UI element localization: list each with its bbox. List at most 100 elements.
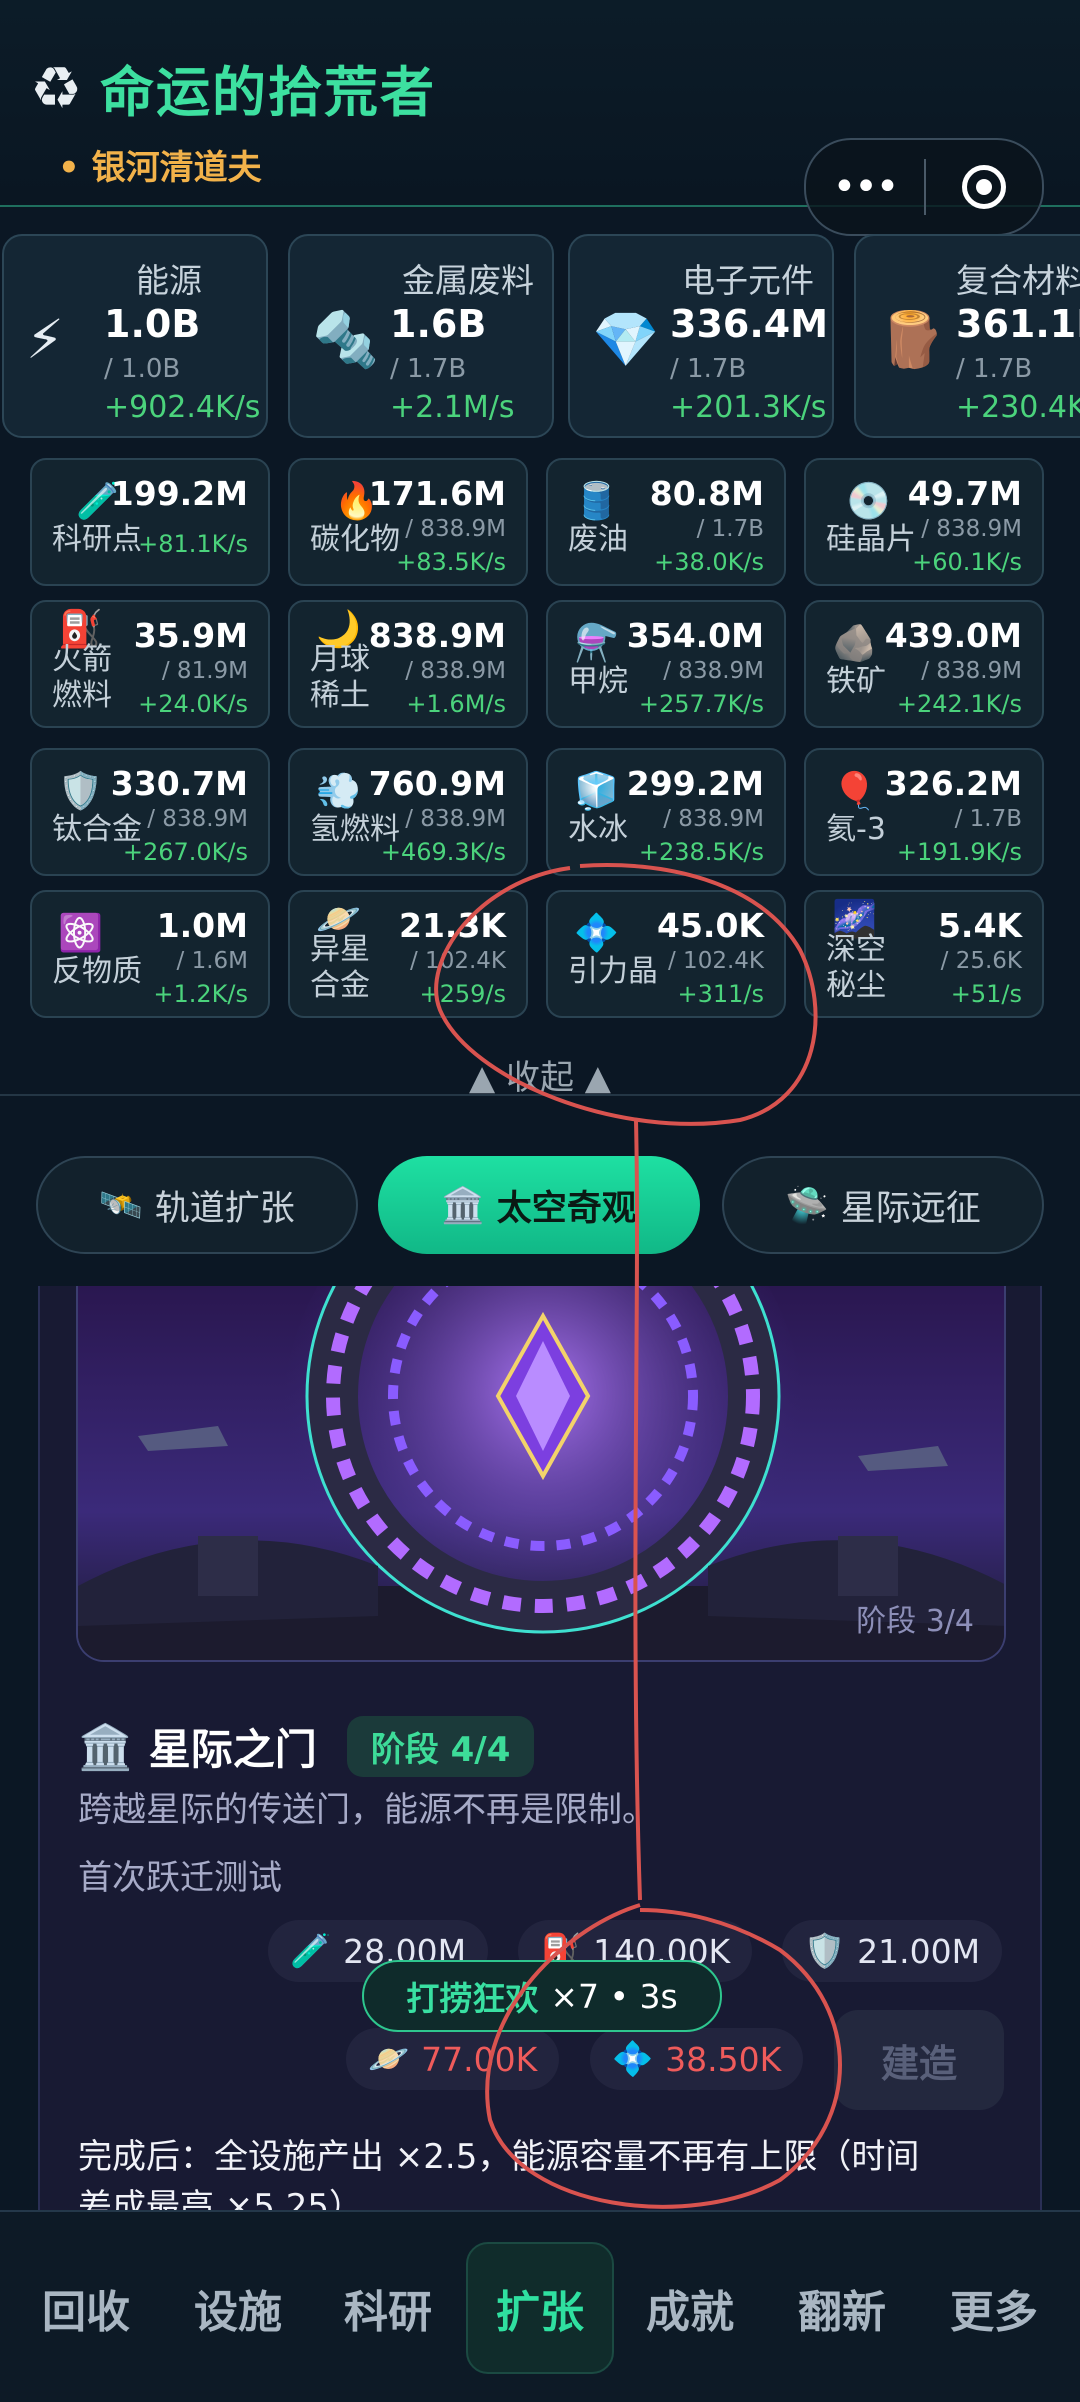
app-title: 命运的拾荒者 — [100, 61, 436, 124]
resource-value: 35.9M — [133, 616, 248, 655]
boost-name: 打捞狂欢 — [406, 1979, 539, 2018]
resource-cap: / 81.9M — [161, 658, 248, 684]
resource-rate: +311/s — [677, 980, 764, 1008]
resource-value: 1.6B — [390, 302, 487, 346]
recycle-icon: ♻ — [30, 53, 82, 122]
test-tube-icon: 🧪 — [290, 1931, 332, 1970]
resource-rate: +83.5K/s — [396, 548, 506, 576]
resource-card-deep-space-dust[interactable]: 🌌 深空秘尘 5.4K / 25.6K +51/s — [804, 890, 1044, 1018]
nav-item-expansion[interactable]: 扩张 — [466, 2242, 614, 2374]
flask-icon: ⚗️ — [574, 623, 619, 664]
resource-name: 金属废料 — [402, 261, 534, 300]
resource-card-hydrogen-fuel[interactable]: 💨 氢燃料 760.9M / 838.9M +469.3K/s — [288, 748, 528, 876]
resource-cap: / 1.7B — [670, 354, 747, 384]
resource-card-antimatter[interactable]: ⚛️ 反物质 1.0M / 1.6M +1.2K/s — [30, 890, 270, 1018]
resource-rate: +230.4K/s — [956, 390, 1080, 425]
resource-name: 引力晶 — [568, 954, 658, 989]
resource-card-lunar-rare-earth[interactable]: 🌙 月球稀土 838.9M / 838.9M +1.6M/s — [288, 600, 528, 728]
miniprogram-capsule: ••• — [804, 138, 1044, 236]
salvage-frenzy-badge: 打捞狂欢 ×7 • 3s — [362, 1960, 722, 2032]
resource-rate: +257.7K/s — [638, 690, 764, 718]
resource-card-carbide[interactable]: 🔥 碳化物 171.6M / 838.9M +83.5K/s — [288, 458, 528, 586]
tab-label: 太空奇观 — [496, 1188, 637, 1229]
resource-name: 反物质 — [52, 954, 142, 989]
resource-card-electronics[interactable]: 电子元件 💎 336.4M / 1.7B +201.3K/s — [568, 234, 834, 438]
cost-chip-titanium: 🛡️ 21.00M — [782, 1920, 1003, 1982]
resource-card-waste-oil[interactable]: 🛢️ 废油 80.8M / 1.7B +38.0K/s — [546, 458, 786, 586]
ufo-icon: 🛸 — [785, 1185, 829, 1226]
nav-item-facilities[interactable]: 设施 — [164, 2242, 312, 2374]
tab-space-wonders[interactable]: 🏛️ 太空奇观 — [378, 1156, 700, 1254]
nav-item-recycle[interactable]: 回收 — [12, 2242, 160, 2374]
resource-cap: / 1.6M — [176, 948, 248, 974]
wonder-panel: 阶段 3/4 🏛️ 星际之门 阶段 4/4 跨越星际的传送门，能源不再是限制。 … — [38, 1286, 1042, 2286]
close-miniprogram-button[interactable] — [926, 165, 1042, 209]
resource-name: 火箭燃料 — [52, 642, 112, 713]
resource-rate: +2.1M/s — [390, 390, 515, 425]
resource-card-rocket-fuel[interactable]: ⛽ 火箭燃料 35.9M / 81.9M +24.0K/s — [30, 600, 270, 728]
resource-card-water-ice[interactable]: 🧊 水冰 299.2M / 838.9M +238.5K/s — [546, 748, 786, 876]
resource-card-energy[interactable]: 能源 ⚡ 1.0B / 1.0B +902.4K/s — [2, 234, 268, 438]
app-subtitle: • 银河清道夫 — [58, 148, 262, 188]
resource-card-silicon-wafer[interactable]: 💿 硅晶片 49.7M / 838.9M +60.1K/s — [804, 458, 1044, 586]
resource-rate: +1.2K/s — [153, 980, 248, 1008]
wood-icon: 🪵 — [878, 308, 946, 371]
resource-value: 330.7M — [110, 764, 248, 803]
resource-value: 171.6M — [368, 474, 506, 513]
resource-card-iron-ore[interactable]: 🪨 铁矿 439.0M / 838.9M +242.1K/s — [804, 600, 1044, 728]
resource-cap: / 102.4K — [410, 948, 506, 974]
nav-item-renovate[interactable]: 翻新 — [768, 2242, 916, 2374]
collapse-button[interactable]: ▲ 收起 ▲ — [0, 1050, 1080, 1099]
resource-rate: +60.1K/s — [912, 548, 1022, 576]
resource-cap: / 838.9M — [405, 806, 506, 832]
resource-value: 45.0K — [657, 906, 764, 945]
expansion-tabs: 🛰️ 轨道扩张 🏛️ 太空奇观 🛸 星际远征 — [36, 1156, 1044, 1256]
planet-icon: 🪐 — [368, 2039, 410, 2078]
tab-interstellar-expedition[interactable]: 🛸 星际远征 — [722, 1156, 1044, 1254]
wonder-title-row: 🏛️ 星际之门 阶段 4/4 — [78, 1716, 535, 1777]
build-button[interactable]: 建造 — [834, 2010, 1004, 2110]
resource-card-alien-alloy[interactable]: 🪐 异星合金 21.3K / 102.4K +259/s — [288, 890, 528, 1018]
resource-cap: / 102.4K — [668, 948, 764, 974]
resource-value: 21.3K — [399, 906, 506, 945]
nav-item-more[interactable]: 更多 — [920, 2242, 1068, 2374]
resource-card-methane[interactable]: ⚗️ 甲烷 354.0M / 838.9M +257.7K/s — [546, 600, 786, 728]
resource-rate: +201.3K/s — [670, 390, 827, 425]
bolt-icon: 🔩 — [312, 308, 380, 371]
lightning-icon: ⚡ — [26, 308, 64, 371]
resource-cap: / 1.7B — [954, 806, 1022, 832]
nav-item-achievements[interactable]: 成就 — [616, 2242, 764, 2374]
tab-orbital-expansion[interactable]: 🛰️ 轨道扩张 — [36, 1156, 358, 1254]
resource-cap: / 1.0B — [104, 354, 181, 384]
gem-icon: 💎 — [592, 308, 660, 371]
effect-line: 完成后：全设施产出 ×2.5，能源容量不再有上限（时间 — [78, 2137, 920, 2177]
resource-cap: / 838.9M — [663, 806, 764, 832]
resource-rate: +81.1K/s — [138, 530, 248, 558]
nav-item-research[interactable]: 科研 — [314, 2242, 462, 2374]
diamond-icon: 💠 — [574, 913, 619, 954]
image-phase-caption: 阶段 3/4 — [856, 1604, 974, 1639]
resource-name: 能源 — [136, 261, 202, 300]
resource-value: 5.4K — [937, 906, 1022, 945]
resource-cap: / 1.7B — [956, 354, 1033, 384]
resource-name: 异星合金 — [310, 932, 370, 1003]
resource-card-research[interactable]: 🧪 科研点 199.2M +81.1K/s — [30, 458, 270, 586]
resource-value: 80.8M — [649, 474, 764, 513]
resource-cap: / 838.9M — [921, 516, 1022, 542]
resource-cap: / 838.9M — [921, 658, 1022, 684]
cost-amount: 38.50K — [665, 2039, 782, 2079]
resource-value: 1.0B — [104, 302, 201, 346]
resource-cap: / 838.9M — [405, 658, 506, 684]
resource-card-composite[interactable]: 复合材料 🪵 361.1M / 1.7B +230.4K/s — [854, 234, 1080, 438]
more-options-icon[interactable]: ••• — [806, 164, 924, 210]
resource-card-gravity-crystal[interactable]: 💠 引力晶 45.0K / 102.4K +311/s — [546, 890, 786, 1018]
resource-cap: / 838.9M — [663, 658, 764, 684]
resource-card-helium-3[interactable]: 🎈 氦-3 326.2M / 1.7B +191.9K/s — [804, 748, 1044, 876]
resource-rate: +51/s — [950, 980, 1022, 1008]
resource-rate: +267.0K/s — [122, 838, 248, 866]
resource-name: 废油 — [568, 522, 628, 557]
resource-rate: +38.0K/s — [654, 548, 764, 576]
resource-card-metal-scrap[interactable]: 金属废料 🔩 1.6B / 1.7B +2.1M/s — [288, 234, 554, 438]
resource-card-titanium-alloy[interactable]: 🛡️ 钛合金 330.7M / 838.9M +267.0K/s — [30, 748, 270, 876]
atom-icon: ⚛️ — [58, 913, 103, 954]
